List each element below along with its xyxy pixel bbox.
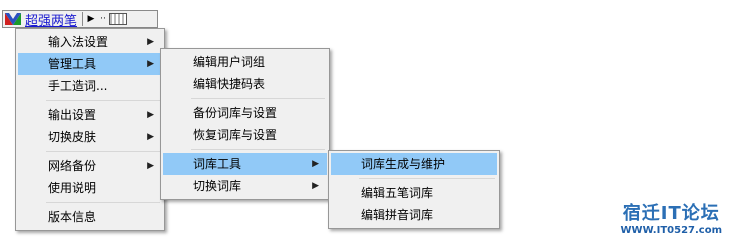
menu-separator (46, 202, 160, 203)
menu-separator (191, 149, 325, 150)
submenu-item-label: 词库工具 (193, 157, 242, 171)
main-menu-item-label: 版本信息 (48, 210, 97, 224)
submenu-arrow-icon: ▶ (147, 37, 154, 47)
submenu-arrow-icon: ▶ (312, 181, 319, 191)
watermark-url: WWW.IT0527.com (620, 225, 722, 236)
main-menu-item-label: 切换皮肤 (48, 130, 97, 144)
submenu-arrow-icon: ▶ (147, 161, 154, 171)
subsubmenu-item[interactable]: 编辑拼音词库 (331, 204, 497, 226)
dots-icon[interactable]: ⋅⋅ (97, 12, 109, 26)
arrow-icon[interactable]: ▶ (85, 12, 97, 26)
main-menu-item-label: 输出设置 (48, 108, 97, 122)
menu-separator (46, 151, 160, 152)
submenu-arrow-icon: ▶ (147, 110, 154, 120)
dict-tools-submenu: 词库生成与维护 编辑五笔词库 编辑拼音词库 (328, 150, 500, 229)
main-menu-item-label: 管理工具 (48, 57, 97, 71)
menu-separator (46, 100, 160, 101)
submenu-item[interactable]: 编辑用户词组 (163, 51, 327, 73)
submenu-item[interactable]: 编辑快捷码表 (163, 73, 327, 95)
submenu-item-label: 备份词库与设置 (193, 106, 278, 120)
manage-tools-submenu: 编辑用户词组 编辑快捷码表 备份词库与设置 恢复词库与设置 词库工具 ▶ 切换词库 ▶ (160, 48, 330, 200)
ime-name-label[interactable]: 超强两笔 (22, 10, 80, 29)
main-menu-item-label: 网络备份 (48, 159, 97, 173)
ime-toolbar: 超强两笔 ▶ ⋅⋅ (2, 10, 158, 29)
subsubmenu-item-label: 编辑拼音词库 (361, 208, 434, 222)
subsubmenu-item-label: 词库生成与维护 (361, 157, 446, 171)
main-menu-item-label: 输入法设置 (48, 35, 109, 49)
subsubmenu-item-label: 编辑五笔词库 (361, 186, 434, 200)
main-menu-item-label: 手工造词... (48, 79, 108, 93)
main-menu-item[interactable]: 输入法设置 ▶ (18, 31, 162, 53)
submenu-arrow-icon: ▶ (312, 159, 319, 169)
submenu-item-label: 切换词库 (193, 179, 242, 193)
subsubmenu-item[interactable]: 词库生成与维护 (331, 153, 497, 175)
main-context-menu: 输入法设置 ▶ 管理工具 ▶ 手工造词... 输出设置 ▶ 切换皮肤 ▶ 网络备份 ▶ 使用说明版本信… (15, 28, 165, 231)
toolbar-separator (82, 12, 84, 26)
menu-separator (359, 178, 495, 179)
ime-logo-icon[interactable] (4, 11, 22, 27)
keyboard-icon[interactable] (109, 13, 128, 25)
main-menu-item[interactable]: 输出设置 ▶ (18, 104, 162, 126)
submenu-item-label: 编辑用户词组 (193, 55, 266, 69)
submenu-arrow-icon: ▶ (147, 132, 154, 142)
submenu-item[interactable]: 词库工具 ▶ (163, 153, 327, 175)
main-menu-item[interactable]: 网络备份 ▶ (18, 155, 162, 177)
watermark-title: 宿迁IT论坛 (622, 203, 720, 224)
main-menu-item[interactable]: 使用说明 (18, 177, 162, 199)
submenu-item-label: 恢复词库与设置 (193, 128, 278, 142)
submenu-item[interactable]: 备份词库与设置 (163, 102, 327, 124)
main-menu-item[interactable]: 版本信息 (18, 206, 162, 228)
main-menu-item[interactable]: 管理工具 ▶ (18, 53, 162, 75)
submenu-item-label: 编辑快捷码表 (193, 77, 266, 91)
submenu-item[interactable]: 恢复词库与设置 (163, 124, 327, 146)
main-menu-item-label: 使用说明 (48, 181, 97, 195)
watermark: 宿迁IT论坛 WWW.IT0527.com (621, 199, 722, 236)
main-menu-item[interactable]: 手工造词... (18, 75, 162, 97)
menu-separator (191, 98, 325, 99)
subsubmenu-item[interactable]: 编辑五笔词库 (331, 182, 497, 204)
main-menu-item[interactable]: 切换皮肤 ▶ (18, 126, 162, 148)
submenu-arrow-icon: ▶ (147, 59, 154, 69)
submenu-item[interactable]: 切换词库 ▶ (163, 175, 327, 197)
